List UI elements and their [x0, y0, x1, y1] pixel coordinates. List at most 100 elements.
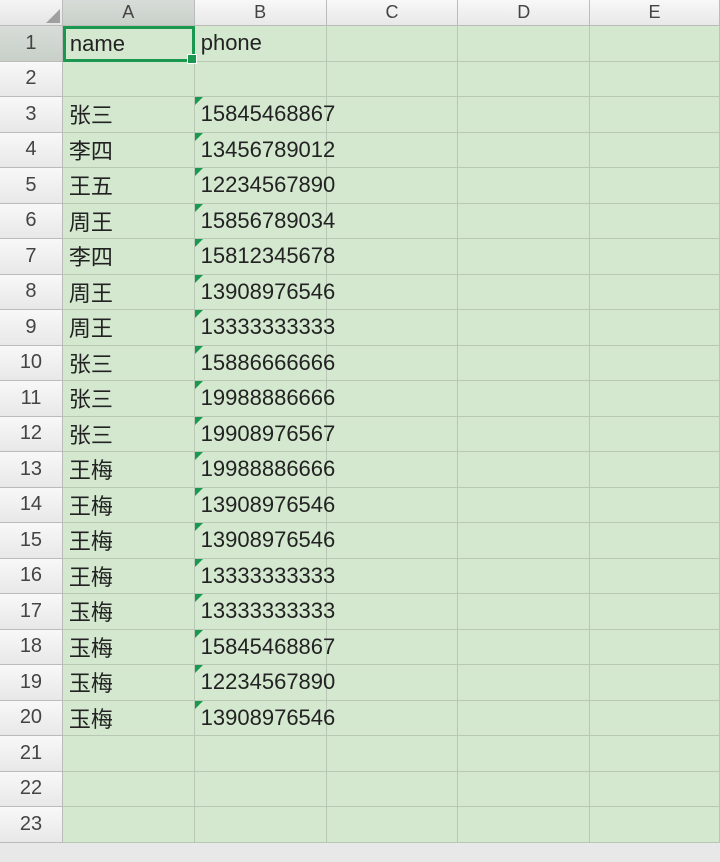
cell-A2[interactable] [63, 62, 195, 98]
cell-C3[interactable] [327, 97, 459, 133]
cell-A20[interactable]: 玉梅 [63, 701, 195, 737]
cell-A19[interactable]: 玉梅 [63, 665, 195, 701]
cell-D2[interactable] [458, 62, 590, 98]
cell-B10[interactable]: 15886666666 [195, 346, 327, 382]
select-all-corner[interactable] [0, 0, 63, 26]
cell-E11[interactable] [590, 381, 720, 417]
column-header-C[interactable]: C [327, 0, 459, 26]
cell-B8[interactable]: 13908976546 [195, 275, 327, 311]
row-header[interactable]: 19 [0, 665, 63, 701]
cell-D22[interactable] [458, 772, 590, 808]
cell-A4[interactable]: 李四 [63, 133, 195, 169]
cell-C22[interactable] [327, 772, 459, 808]
cell-B19[interactable]: 12234567890 [195, 665, 327, 701]
cell-E21[interactable] [590, 736, 720, 772]
cell-D23[interactable] [458, 807, 590, 843]
row-header[interactable]: 9 [0, 310, 63, 346]
row-header[interactable]: 2 [0, 62, 63, 98]
cell-D14[interactable] [458, 488, 590, 524]
cell-D7[interactable] [458, 239, 590, 275]
cell-A5[interactable]: 王五 [63, 168, 195, 204]
row-header[interactable]: 15 [0, 523, 63, 559]
cell-A15[interactable]: 王梅 [63, 523, 195, 559]
cell-C20[interactable] [327, 701, 459, 737]
row-header[interactable]: 14 [0, 488, 63, 524]
cell-A3[interactable]: 张三 [63, 97, 195, 133]
cell-C18[interactable] [327, 630, 459, 666]
cell-A23[interactable] [63, 807, 195, 843]
column-header-E[interactable]: E [590, 0, 720, 26]
cell-A6[interactable]: 周王 [63, 204, 195, 240]
cell-E3[interactable] [590, 97, 720, 133]
cell-A17[interactable]: 玉梅 [63, 594, 195, 630]
cell-B23[interactable] [195, 807, 327, 843]
row-header[interactable]: 4 [0, 133, 63, 169]
cell-A14[interactable]: 王梅 [63, 488, 195, 524]
cell-D17[interactable] [458, 594, 590, 630]
cell-D10[interactable] [458, 346, 590, 382]
cell-E2[interactable] [590, 62, 720, 98]
cell-C16[interactable] [327, 559, 459, 595]
cell-C11[interactable] [327, 381, 459, 417]
cell-B11[interactable]: 19988886666 [195, 381, 327, 417]
cell-B4[interactable]: 13456789012 [195, 133, 327, 169]
cell-D4[interactable] [458, 133, 590, 169]
cell-D8[interactable] [458, 275, 590, 311]
cell-A12[interactable]: 张三 [63, 417, 195, 453]
cell-B2[interactable] [195, 62, 327, 98]
cell-B21[interactable] [195, 736, 327, 772]
cell-B17[interactable]: 13333333333 [195, 594, 327, 630]
cell-D11[interactable] [458, 381, 590, 417]
cell-D15[interactable] [458, 523, 590, 559]
cell-D20[interactable] [458, 701, 590, 737]
cell-B1[interactable]: phone [195, 26, 327, 62]
cell-D21[interactable] [458, 736, 590, 772]
cell-A22[interactable] [63, 772, 195, 808]
cell-A9[interactable]: 周王 [63, 310, 195, 346]
cell-D13[interactable] [458, 452, 590, 488]
cell-E20[interactable] [590, 701, 720, 737]
row-header[interactable]: 23 [0, 807, 63, 843]
cell-E18[interactable] [590, 630, 720, 666]
cell-A7[interactable]: 李四 [63, 239, 195, 275]
cell-C6[interactable] [327, 204, 459, 240]
cell-B20[interactable]: 13908976546 [195, 701, 327, 737]
cell-C1[interactable] [327, 26, 459, 62]
cell-C13[interactable] [327, 452, 459, 488]
row-header[interactable]: 16 [0, 559, 63, 595]
cell-E19[interactable] [590, 665, 720, 701]
cell-D3[interactable] [458, 97, 590, 133]
row-header[interactable]: 21 [0, 736, 63, 772]
cell-C8[interactable] [327, 275, 459, 311]
cell-A18[interactable]: 玉梅 [63, 630, 195, 666]
row-header[interactable]: 13 [0, 452, 63, 488]
cell-B15[interactable]: 13908976546 [195, 523, 327, 559]
cell-E17[interactable] [590, 594, 720, 630]
cell-C21[interactable] [327, 736, 459, 772]
cell-B22[interactable] [195, 772, 327, 808]
cell-B6[interactable]: 15856789034 [195, 204, 327, 240]
row-header[interactable]: 10 [0, 346, 63, 382]
row-header[interactable]: 22 [0, 772, 63, 808]
row-header[interactable]: 8 [0, 275, 63, 311]
cell-E22[interactable] [590, 772, 720, 808]
cell-D16[interactable] [458, 559, 590, 595]
cell-E8[interactable] [590, 275, 720, 311]
cell-E1[interactable] [590, 26, 720, 62]
cell-E4[interactable] [590, 133, 720, 169]
cell-C5[interactable] [327, 168, 459, 204]
cell-C2[interactable] [327, 62, 459, 98]
cell-A8[interactable]: 周王 [63, 275, 195, 311]
cell-C17[interactable] [327, 594, 459, 630]
cell-D1[interactable] [458, 26, 590, 62]
cell-B9[interactable]: 13333333333 [195, 310, 327, 346]
cell-E12[interactable] [590, 417, 720, 453]
cell-C9[interactable] [327, 310, 459, 346]
cell-B12[interactable]: 19908976567 [195, 417, 327, 453]
cell-E10[interactable] [590, 346, 720, 382]
row-header[interactable]: 1 [0, 26, 63, 62]
cell-E5[interactable] [590, 168, 720, 204]
cell-E13[interactable] [590, 452, 720, 488]
cell-C23[interactable] [327, 807, 459, 843]
row-header[interactable]: 17 [0, 594, 63, 630]
